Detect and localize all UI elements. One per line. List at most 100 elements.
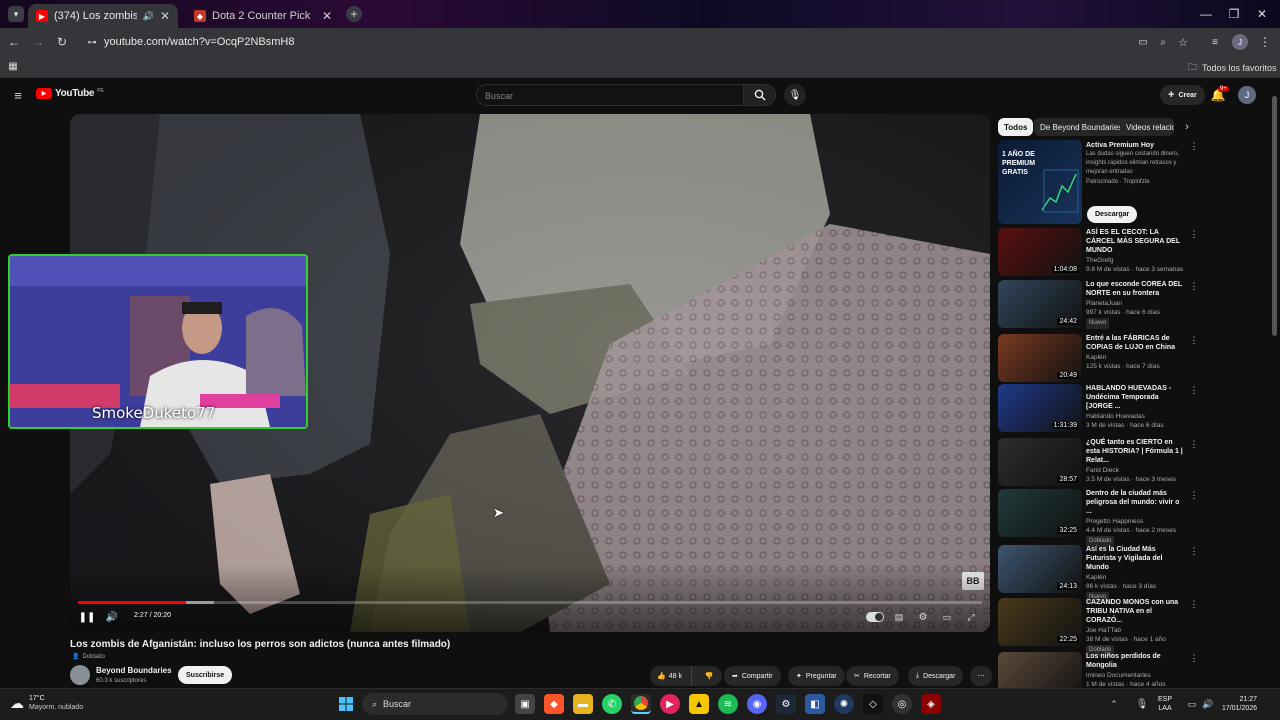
share-button[interactable]: ➦ Compartir [724, 666, 781, 686]
create-button[interactable]: + Crear [1160, 85, 1205, 105]
hamburger-menu-icon[interactable]: ≡ [10, 88, 26, 103]
input-language[interactable]: ESP LAA [1158, 695, 1172, 713]
pause-icon[interactable]: ❚❚ [79, 610, 96, 624]
obs-icon[interactable]: ◎ [892, 694, 912, 714]
search-input[interactable]: Buscar [476, 84, 744, 106]
audio-icon[interactable]: 🔊 [143, 11, 154, 22]
recommendation-channel[interactable]: PlanetaJuan [1086, 299, 1186, 308]
bookmark-star-icon[interactable]: ☆ [1176, 35, 1190, 49]
ad-download-button[interactable]: Descargar [1087, 206, 1138, 223]
more-actions-button[interactable]: ⋯ [970, 666, 992, 686]
search-button[interactable] [744, 84, 776, 106]
video-thumbnail[interactable]: 1:04:08 [998, 228, 1082, 276]
dislike-button[interactable]: 👎 [696, 666, 722, 686]
recommendation-title[interactable]: Dentro de la ciudad más peligrosa del mu… [1086, 489, 1186, 516]
spotify-icon[interactable]: ≋ [718, 694, 738, 714]
dota-icon[interactable]: ◈ [921, 694, 941, 714]
recommendation-menu-icon[interactable]: ⋮ [1190, 546, 1199, 556]
taskbar-search[interactable]: ⌕ Buscar [362, 693, 508, 715]
tab-close-icon[interactable]: ✕ [322, 9, 332, 23]
recommendation-channel[interactable]: Joe HaTTab [1086, 626, 1186, 635]
recommendation-channel[interactable]: Kaplén [1086, 353, 1186, 362]
settings-gear-icon[interactable]: ⚙ [916, 610, 930, 624]
back-icon[interactable]: ← [6, 34, 22, 50]
recommendation-menu-icon[interactable]: ⋮ [1190, 335, 1199, 345]
recommendation-title[interactable]: Así es la Ciudad Más Futurista y Vigilad… [1086, 545, 1186, 572]
network-icon[interactable]: ▭ [1186, 698, 1198, 710]
cast-icon[interactable]: ▭ [1136, 35, 1150, 49]
recommendation-item[interactable]: 1:04:08 ASÍ ES EL CECOT: LA CÁRCEL MÁS SE… [998, 228, 1199, 276]
recommendation-item[interactable]: 22:25 CAZANDO MONOS con una TRIBU NATIVA … [998, 598, 1199, 656]
chip-all[interactable]: Todos [998, 118, 1034, 136]
page-scrollbar[interactable] [1272, 96, 1277, 336]
recommendation-item[interactable]: 1:31:39 HABLANDO HUEVADAS - Undécima Temp… [998, 384, 1199, 432]
voice-search-button[interactable]: 🎙 [784, 84, 806, 106]
download-button[interactable]: ⤓ Descargar [908, 666, 964, 686]
volume-icon[interactable]: 🔊 [104, 610, 120, 624]
weather-widget[interactable]: ☁ 17°C Mayorm. nublado [10, 694, 83, 712]
recommendation-title[interactable]: Entré a las FÁBRICAS de COPIAS de LUJO e… [1086, 334, 1186, 352]
recommendation-menu-icon[interactable]: ⋮ [1190, 653, 1199, 663]
recommendation-item[interactable]: 24:13 Así es la Ciudad Más Futurista y Vi… [998, 545, 1199, 603]
whatsapp-icon[interactable]: ✆ [602, 694, 622, 714]
chip-channel[interactable]: De Beyond Boundaries [1034, 118, 1129, 136]
speaker-icon[interactable]: 🔊 [1202, 698, 1214, 710]
youtube-logo[interactable]: ▶ YouTube PE [36, 88, 104, 99]
account-avatar[interactable]: J [1238, 86, 1256, 104]
like-button[interactable]: 👍 48 k [650, 666, 692, 686]
notes-app-icon[interactable]: ▲ [689, 694, 709, 714]
miniplayer-icon[interactable]: ▭ [940, 610, 954, 624]
recommendation-menu-icon[interactable]: ⋮ [1190, 385, 1199, 395]
app-icon[interactable]: ◧ [805, 694, 825, 714]
forward-icon[interactable]: → [30, 34, 46, 50]
tray-overflow-icon[interactable]: ⌃ [1108, 698, 1120, 710]
recommendation-item[interactable]: 20:49 Entré a las FÁBRICAS de COPIAS de L… [998, 334, 1199, 382]
recommendation-channel[interactable]: TheGrefg [1086, 256, 1186, 265]
video-thumbnail[interactable]: 20:49 [998, 334, 1082, 382]
recommendation-title[interactable]: ¿QUÉ tanto es CIERTO en esta HISTORIA? |… [1086, 438, 1186, 465]
video-app-icon[interactable]: ▶ [660, 694, 680, 714]
tidal-icon[interactable]: ◇ [863, 694, 883, 714]
tab-close-icon[interactable]: ✕ [160, 9, 170, 23]
taskbar-clock[interactable]: 21:27 17/01/2026 [1222, 695, 1257, 713]
progress-bar[interactable] [78, 601, 982, 604]
recommendation-channel[interactable]: Progetto Happiness [1086, 517, 1186, 526]
discord-icon[interactable]: ◉ [747, 694, 767, 714]
brave-browser-icon[interactable]: ◆ [544, 694, 564, 714]
recommendation-menu-icon[interactable]: ⋮ [1190, 599, 1199, 609]
new-tab-button[interactable]: + [346, 6, 362, 22]
recommendation-title[interactable]: HABLANDO HUEVADAS - Undécima Temporada [… [1086, 384, 1186, 411]
video-thumbnail[interactable]: 28:57 [998, 438, 1082, 486]
video-thumbnail[interactable]: 1:31:39 [998, 384, 1082, 432]
browser-menu-icon[interactable]: ⋮ [1258, 35, 1272, 49]
tab-search-icon[interactable]: ▾ [8, 6, 24, 22]
video-thumbnail[interactable]: 24:13 [998, 545, 1082, 593]
video-thumbnail[interactable]: 24:42 [998, 280, 1082, 328]
profile-avatar[interactable]: J [1232, 34, 1248, 50]
chrome-icon[interactable] [631, 694, 651, 714]
ad-title[interactable]: Activa Premium Hoy [1086, 141, 1186, 150]
site-info-icon[interactable]: ⊶ [86, 36, 98, 48]
chip-related[interactable]: Videos relacio [1120, 118, 1174, 136]
recommendation-channel[interactable]: Hablando Huevadas [1086, 412, 1186, 421]
video-thumbnail[interactable]: 32:25 [998, 489, 1082, 537]
recommendation-menu-icon[interactable]: ⋮ [1190, 439, 1199, 449]
maximize-icon[interactable]: ❐ [1226, 6, 1242, 22]
autoplay-toggle[interactable] [866, 612, 884, 622]
recommendation-item[interactable]: 24:42 Lo que esconde COREA DEL NORTE en s… [998, 280, 1199, 329]
zoom-icon[interactable]: ⌕ [1156, 35, 1170, 49]
chevron-right-icon[interactable]: › [1180, 120, 1194, 134]
recommendation-channel[interactable]: Kaplén [1086, 573, 1186, 582]
windows-start-icon[interactable] [336, 694, 356, 714]
apps-grid-icon[interactable]: ▦ [6, 59, 20, 73]
channel-name[interactable]: Beyond Boundaries [96, 666, 172, 675]
tab-dota-counter[interactable]: ◆ Dota 2 Counter Pick ✕ [186, 4, 340, 28]
ad-menu-icon[interactable]: ⋮ [1190, 141, 1199, 151]
tab-youtube[interactable]: ▶ (374) Los zombis de Afganistán 🔊 ✕ [28, 4, 178, 28]
steam-icon[interactable]: ⚙ [776, 694, 796, 714]
subtitles-icon[interactable]: ▤ [892, 610, 906, 624]
clip-button[interactable]: ✂ Recortar [846, 666, 899, 686]
battle-net-icon[interactable]: ✺ [834, 694, 854, 714]
recommendation-item[interactable]: 32:25 Dentro de la ciudad más peligrosa d… [998, 489, 1199, 547]
close-window-icon[interactable]: ✕ [1254, 6, 1270, 22]
